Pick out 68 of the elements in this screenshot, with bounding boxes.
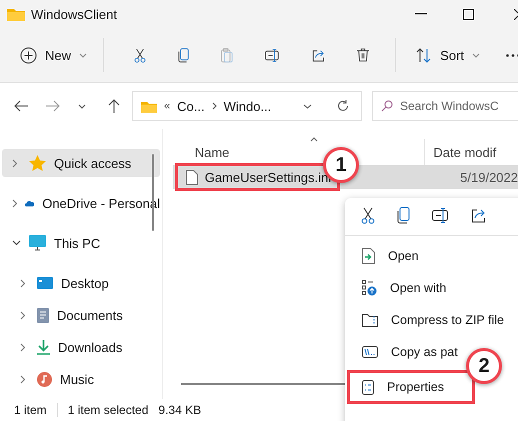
cut-icon[interactable]: [361, 206, 375, 224]
overflow-chevrons[interactable]: «: [164, 100, 170, 112]
address-bar[interactable]: « Co... Windo...: [132, 91, 362, 121]
date-cell: 5/19/2022: [460, 170, 518, 184]
minimize-icon[interactable]: [415, 13, 427, 15]
chevron-down-icon[interactable]: [12, 240, 21, 246]
rename-icon[interactable]: [432, 208, 449, 222]
document-icon: [37, 308, 49, 322]
open-icon: [362, 248, 375, 264]
file-size: 9.34 KB: [158, 403, 202, 417]
path-icon: [362, 346, 378, 358]
menu-item[interactable]: Copy as pat: [347, 338, 461, 366]
sidebar-item[interactable]: This PC: [2, 229, 160, 257]
new-button[interactable]: New: [14, 42, 94, 68]
zip-folder-icon: [362, 313, 378, 327]
forward-icon[interactable]: [46, 100, 60, 112]
search-field[interactable]: Search WindowsC: [372, 91, 518, 121]
menu-item[interactable]: Properties: [347, 370, 475, 404]
item-count: 1 item: [14, 403, 47, 417]
chevron-down-icon[interactable]: [303, 104, 312, 108]
rename-icon[interactable]: [265, 48, 280, 62]
chevron-right-icon: [212, 102, 217, 110]
sidebar-item[interactable]: Documents: [2, 301, 160, 329]
selection-info: 1 item selected: [68, 403, 148, 417]
desktop-icon: [37, 277, 53, 289]
menu-item[interactable]: Open with: [347, 274, 450, 302]
menu-item[interactable]: Open: [347, 242, 422, 270]
maximize-icon[interactable]: [463, 8, 474, 20]
folder-icon: [141, 100, 157, 112]
sidebar-item[interactable]: Desktop: [2, 269, 160, 297]
sort-button[interactable]: Sort: [410, 44, 486, 66]
breadcrumb[interactable]: Co...: [177, 98, 205, 114]
properties-icon: [362, 380, 374, 394]
share-icon[interactable]: [471, 208, 487, 222]
music-icon: [37, 372, 52, 386]
share-icon[interactable]: [312, 48, 326, 62]
up-icon[interactable]: [108, 99, 120, 113]
apps-icon: [362, 280, 377, 296]
folder-icon: [7, 7, 25, 21]
column-header[interactable]: Name: [194, 144, 230, 160]
sidebar-item[interactable]: OneDrive - Personal: [2, 189, 160, 217]
more-icon[interactable]: [506, 54, 518, 56]
chevron-right-icon[interactable]: [12, 198, 17, 208]
sidebar-item[interactable]: Downloads: [2, 333, 160, 361]
star-icon: [29, 155, 46, 171]
chevron-down-icon: [472, 52, 480, 58]
column-header[interactable]: Date modif: [433, 144, 496, 160]
breadcrumb[interactable]: Windo...: [224, 98, 272, 114]
refresh-icon[interactable]: [337, 100, 349, 112]
window-title: WindowsClient: [31, 6, 117, 22]
copy-icon[interactable]: [397, 206, 410, 224]
close-icon[interactable]: [514, 8, 518, 20]
sidebar-item[interactable]: Quick access: [2, 149, 160, 177]
file-name: GameUserSettings.ini: [204, 170, 332, 184]
download-icon: [37, 340, 50, 354]
sort-icon: [416, 48, 432, 62]
plus-icon: [20, 46, 37, 64]
monitor-icon: [29, 235, 46, 251]
chevron-down-icon[interactable]: [78, 104, 86, 108]
copy-icon[interactable]: [178, 46, 190, 64]
delete-icon[interactable]: [357, 47, 370, 63]
search-icon: [381, 100, 393, 112]
file-icon: [186, 170, 198, 184]
back-icon[interactable]: [14, 100, 28, 112]
chevron-down-icon: [79, 52, 88, 58]
cut-icon[interactable]: [134, 46, 146, 64]
sidebar-item[interactable]: Music: [2, 365, 160, 393]
menu-item[interactable]: Compress to ZIP file: [347, 306, 508, 334]
